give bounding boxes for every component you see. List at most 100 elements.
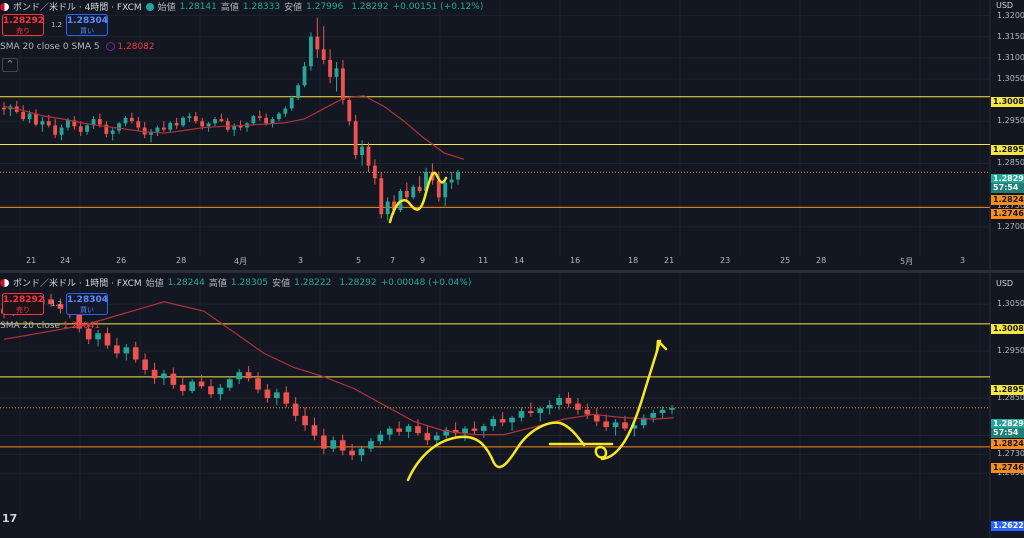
candle-body [142,359,148,370]
candle-body [151,369,158,379]
candle-body [405,426,412,432]
indicator-label: SMA 20 close [0,321,60,331]
open-label: 始値 [145,279,164,289]
candle-body [198,381,205,387]
time-tick-label: 28 [176,256,187,265]
candle-body [168,122,173,130]
candle-body [433,435,440,441]
price-tag: 1.26220 [991,521,1024,531]
time-tick-label: 3 [960,256,966,265]
time-tick-label: 4月 [234,257,248,266]
candle-body [193,116,198,122]
freehand-drawing [406,421,586,482]
chart-pane-1h[interactable]: ポンド／米ドル · 1時間 · FXCM 始値 1.28244 高値 1.283… [0,273,1024,538]
currency-label-1h: USD [996,279,1014,288]
candle-body [2,107,6,110]
spread-value: 1.2 [51,21,63,29]
candle-body [340,68,345,101]
candle-body [217,387,224,395]
close-value: 1.28292 [351,1,389,12]
candle-body [411,186,416,198]
candle-body [347,100,352,122]
buy-button[interactable]: 1.28304 買い [66,293,108,315]
price-tick-label: 1.28500 [997,158,1024,168]
candle-body [396,428,402,432]
indicator-settings-icon[interactable] [105,42,115,51]
candle-body [449,179,454,183]
candle-body [556,398,562,406]
candle-body [283,392,290,404]
candle-body [97,119,102,125]
candle-body [330,440,337,449]
indicator-legend-4h[interactable]: SMA 20 close 0 SMA 5 1.28082 [0,42,155,52]
candle-body [206,123,211,127]
chart-pane-4h[interactable]: ポンド／米ドル · 4時間 · FXCM 始値 1.28141 高値 1.283… [0,0,1024,270]
candle-body [264,389,271,398]
time-tick-label: 5 [356,256,362,265]
open-value: 1.28141 [179,1,217,12]
symbol-title[interactable]: ポンド／米ドル · 4時間 · FXCM [13,0,142,13]
tradingview-logo[interactable]: 17 [2,512,17,525]
candle-body [27,113,32,120]
candle-body [603,421,609,428]
indicator-value: 1.28041 [62,321,101,331]
candle-body [509,417,515,423]
candle-body [179,384,186,391]
candle-body [424,433,431,441]
candle-body [104,333,111,346]
candle-body [270,119,275,124]
sell-button[interactable]: 1.28292 売り [2,293,44,315]
time-tick-label: 24 [60,256,71,265]
chart-4h-canvas[interactable] [0,0,1024,270]
candle-body [334,68,339,77]
candle-body [181,117,185,126]
indicator-legend-1h[interactable]: SMA 20 close 1.28041 [0,321,100,331]
price-tick-label: 1.30500 [997,299,1024,309]
candle-body [277,113,281,120]
candle-body [161,127,166,130]
change-value: +0.00048 (+0.04%) [380,277,472,288]
price-tag: 1.28950 [991,145,1024,155]
buy-label: 買い [80,27,94,35]
candle-body [456,172,460,180]
candle-body [311,425,318,436]
candle-body [174,122,179,126]
market-open-dot-icon [145,2,154,11]
candle-body [669,407,675,410]
buy-price: 1.28304 [67,295,108,305]
candle-body [236,372,243,380]
candle-body [650,413,657,418]
sell-button[interactable]: 1.28292 売り [2,14,44,36]
candle-body [200,121,205,127]
symbol-title[interactable]: ポンド／米ドル · 1時間 · FXCM [13,276,142,289]
candle-body [132,347,139,360]
candle-body [296,85,301,98]
open-label: 始値 [157,3,176,13]
chart-1h-canvas[interactable] [0,273,1024,538]
candle-body [353,121,358,156]
buy-label: 買い [80,306,94,314]
candle-body [537,408,544,414]
candle-body [289,97,294,109]
buy-price: 1.28304 [67,16,108,26]
symbol-legend-1h: ポンド／米ドル · 1時間 · FXCM 始値 1.28244 高値 1.283… [0,276,471,289]
candle-body [123,347,130,354]
candle-body [471,428,478,431]
candle-body [283,108,288,114]
price-tag: 1.27460 [991,463,1024,473]
candle-body [443,182,448,198]
candle-body [46,121,51,126]
candle-body [358,448,365,456]
close-value: 1.28292 [339,277,377,288]
freehand-drawing [600,339,662,461]
candle-body [339,440,346,451]
candle-body [302,415,308,426]
candle-body [161,373,167,379]
candle-body [328,59,333,77]
time-tick-label: 26 [116,256,127,265]
low-label: 安値 [284,3,303,13]
candle-body [114,345,120,354]
collapse-legend-button[interactable]: ^ [2,58,18,72]
buy-button[interactable]: 1.28304 買い [66,14,108,36]
sma-line [3,301,675,436]
